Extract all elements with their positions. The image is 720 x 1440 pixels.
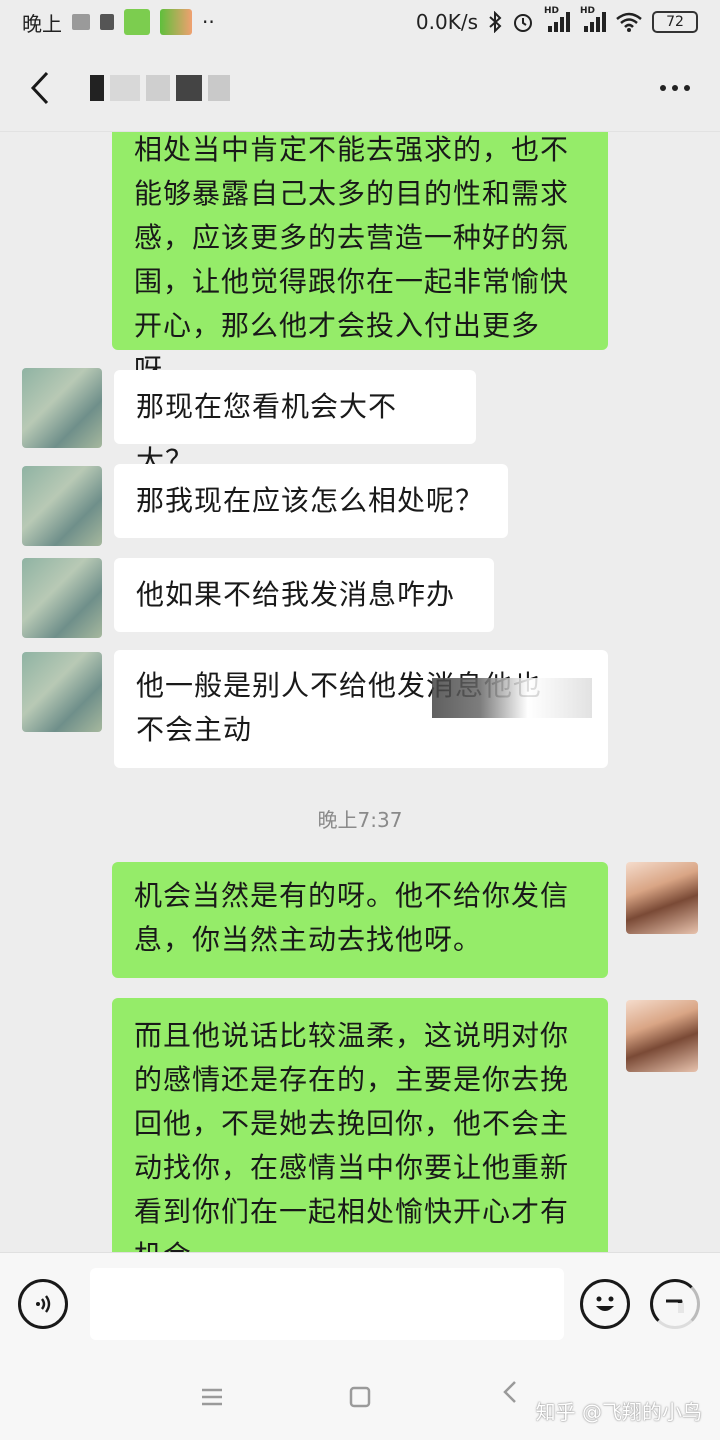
more-actions-button[interactable] (650, 1278, 700, 1329)
message-text: 那我现在应该怎么相处呢？ (136, 484, 485, 517)
message-text: 他如果不给我发消息咋办 (136, 578, 456, 611)
avatar[interactable] (22, 652, 102, 732)
status-right: 0.0K/s HD HD 72 (415, 6, 698, 34)
message-bubble-received[interactable]: 他如果不给我发消息咋办 (114, 558, 494, 632)
status-bar: 晚上 ·· 0.0K/s HD HD 72 (0, 0, 720, 44)
message-bubble-received[interactable]: 那现在您看机会大不大？ (114, 370, 476, 477)
status-blur-block (100, 14, 114, 30)
message-line: 机会当然是有的呀。他不给你发信 (134, 879, 570, 912)
status-blur-block (72, 14, 90, 30)
home-square-icon (349, 1386, 371, 1408)
notification-icon (124, 9, 150, 35)
redaction-blur (432, 678, 592, 718)
signal-icon: HD (580, 6, 606, 32)
input-bar (0, 1252, 720, 1354)
more-options-button[interactable] (650, 68, 700, 108)
dot-icon (684, 84, 690, 91)
message-timestamp: 晚上7:37 (317, 808, 403, 832)
message-line: 能够暴露自己太多的目的性和需求 (134, 177, 570, 210)
alarm-icon (512, 11, 534, 33)
message-bubble-sent[interactable]: 相处当中肯定不能去强求的，也不 能够暴露自己太多的目的性和需求 感，应该更多的去… (112, 132, 608, 386)
message-line: 息，你当然主动去找他呀。 (134, 923, 483, 956)
dot-icon (660, 84, 666, 91)
status-dots: ·· (202, 10, 215, 34)
signal-icon: HD (544, 6, 570, 32)
message-line: 机会 (134, 1234, 586, 1252)
contact-name-redacted (90, 74, 230, 101)
message-line: 而且他说话比较温柔，这说明对你 (134, 1019, 570, 1052)
network-speed: 0.0K/s (415, 10, 478, 34)
back-chevron-icon (503, 1381, 516, 1403)
message-line: 围，让他觉得跟你在一起非常愉快 (134, 265, 570, 298)
smiley-icon (596, 1296, 614, 1311)
message-bubble-sent[interactable]: 机会当然是有的呀。他不给你发信 息，你当然主动去找他呀。 (112, 862, 608, 978)
hd-label: HD (580, 6, 596, 16)
hd-label: HD (544, 6, 560, 16)
message-line: 相处当中肯定不能去强求的，也不 (134, 133, 570, 166)
menu-icon (202, 1388, 222, 1406)
chat-area[interactable]: 相处当中肯定不能去强求的，也不 能够暴露自己太多的目的性和需求 感，应该更多的去… (0, 132, 720, 1252)
status-left: 晚上 ·· (22, 8, 215, 37)
emoji-button[interactable] (580, 1278, 630, 1329)
avatar[interactable] (626, 862, 698, 934)
avatar[interactable] (626, 1000, 698, 1072)
back-button[interactable] (20, 68, 60, 108)
dot-icon (672, 84, 678, 91)
back-nav-button[interactable] (480, 1362, 540, 1422)
home-nav-button[interactable] (330, 1367, 390, 1427)
status-time: 晚上 (22, 11, 62, 36)
menu-nav-button[interactable] (182, 1367, 242, 1427)
title-bar (0, 44, 720, 132)
avatar[interactable] (22, 368, 102, 448)
wifi-icon (616, 12, 642, 32)
message-line: 动找你，在感情当中你要让他重新 (134, 1151, 570, 1184)
watermark: 知乎 @飞翔的小鸟 (535, 1400, 702, 1424)
voice-icon (36, 1294, 51, 1313)
battery-icon: 72 (652, 11, 698, 33)
avatar[interactable] (22, 466, 102, 546)
back-arrow-icon (30, 71, 49, 104)
message-input[interactable] (90, 1267, 564, 1340)
avatar[interactable] (22, 558, 102, 638)
voice-button[interactable] (18, 1278, 68, 1329)
message-line: 看到你们在一起相处愉快开心才有 (134, 1195, 570, 1228)
message-bubble-received[interactable]: 那我现在应该怎么相处呢？ (114, 464, 508, 538)
notification-icon (160, 9, 192, 35)
bluetooth-icon (488, 11, 502, 33)
message-bubble-sent[interactable]: 而且他说话比较温柔，这说明对你 的感情还是存在的，主要是你去挽 回他，不是她去挽… (112, 998, 608, 1252)
message-line: 回他，不是她去挽回你，他不会主 (134, 1107, 570, 1140)
plus-icon (666, 1299, 684, 1313)
message-line: 感，应该更多的去营造一种好的氛 (134, 221, 570, 254)
message-line: 的感情还是存在的，主要是你去挽 (134, 1063, 570, 1096)
